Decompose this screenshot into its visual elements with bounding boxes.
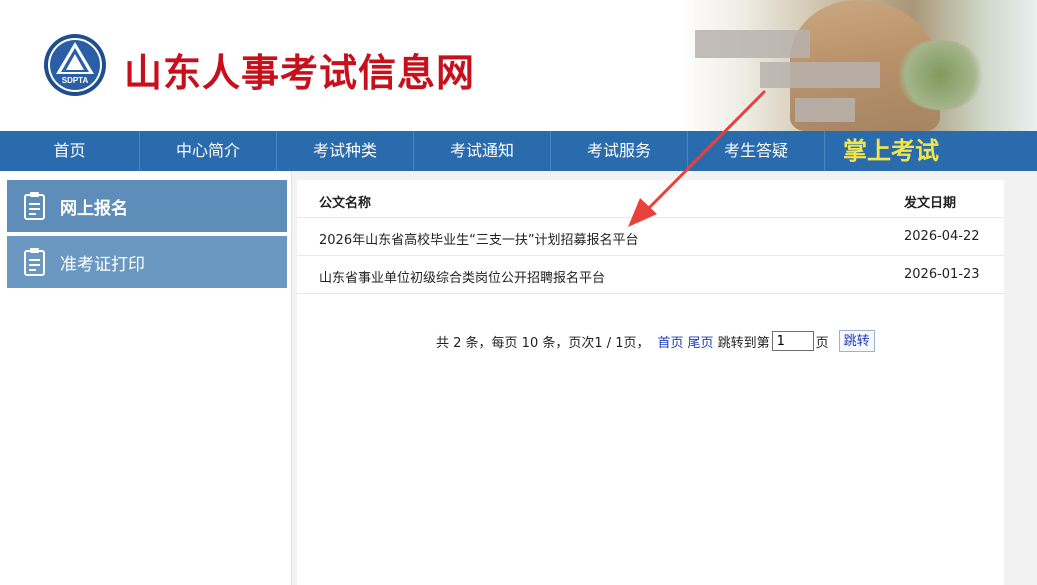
sidebar-item-admission-ticket[interactable]: 准考证打印	[7, 236, 287, 288]
nav-mobile-exam[interactable]: 掌上考试	[825, 131, 1037, 171]
table-row: 2026年山东省高校毕业生“三支一扶”计划招募报名平台 2026-04-22	[297, 218, 1004, 256]
last-page-link[interactable]: 尾页	[688, 332, 714, 351]
blurred-calligraphy	[795, 98, 855, 122]
nav-exam-types[interactable]: 考试种类	[277, 131, 414, 171]
document-link[interactable]: 2026年山东省高校毕业生“三支一扶”计划招募报名平台	[319, 229, 639, 248]
site-header: SDPTA 山东人事考试信息网	[0, 0, 1037, 131]
header-banner-image	[680, 0, 1037, 131]
sidebar: 网上报名 准考证打印	[0, 171, 292, 585]
table-row: 山东省事业单位初级综合类岗位公开招聘报名平台 2026-01-23	[297, 256, 1004, 294]
sidebar-item-label: 准考证打印	[60, 254, 145, 275]
jump-prefix: 跳转到第	[717, 335, 770, 351]
document-date: 2026-01-23	[904, 267, 980, 282]
column-header-date: 发文日期	[904, 196, 957, 211]
nav-exam-services[interactable]: 考试服务	[551, 131, 688, 171]
sdpta-logo-icon[interactable]: SDPTA	[42, 32, 108, 98]
document-list-panel: 公文名称 发文日期 2026年山东省高校毕业生“三支一扶”计划招募报名平台 20…	[297, 180, 1004, 585]
document-date: 2026-04-22	[904, 229, 980, 244]
nav-about[interactable]: 中心简介	[140, 131, 277, 171]
document-icon	[24, 248, 45, 276]
sidebar-item-label: 网上报名	[60, 198, 128, 219]
sidebar-item-online-registration[interactable]: 网上报名	[7, 180, 287, 232]
site-title[interactable]: 山东人事考试信息网	[124, 42, 475, 97]
column-header-name: 公文名称	[319, 196, 372, 211]
pagination: 共 2 条，每页 10 条，页次1 / 1页， 首页 尾页 跳转到第 页 跳转	[436, 330, 875, 352]
first-page-link[interactable]: 首页	[658, 332, 684, 351]
nav-exam-notices[interactable]: 考试通知	[414, 131, 551, 171]
list-header: 公文名称 发文日期	[297, 180, 1004, 218]
nav-faq[interactable]: 考生答疑	[688, 131, 825, 171]
main-nav: 首页 中心简介 考试种类 考试通知 考试服务 考生答疑 掌上考试	[0, 131, 1037, 171]
page-number-input[interactable]	[771, 331, 814, 351]
document-icon	[24, 192, 45, 220]
logo-text: SDPTA	[62, 76, 89, 85]
pagination-summary: 共 2 条，每页 10 条，页次1 / 1页，	[436, 335, 650, 351]
blurred-calligraphy	[760, 62, 880, 88]
right-margin	[1004, 171, 1037, 585]
jump-suffix: 页	[815, 335, 829, 351]
banner-tree	[895, 40, 985, 110]
jump-button[interactable]: 跳转	[838, 330, 875, 352]
blurred-calligraphy	[695, 30, 810, 58]
nav-home[interactable]: 首页	[0, 131, 140, 171]
document-link[interactable]: 山东省事业单位初级综合类岗位公开招聘报名平台	[319, 267, 605, 286]
